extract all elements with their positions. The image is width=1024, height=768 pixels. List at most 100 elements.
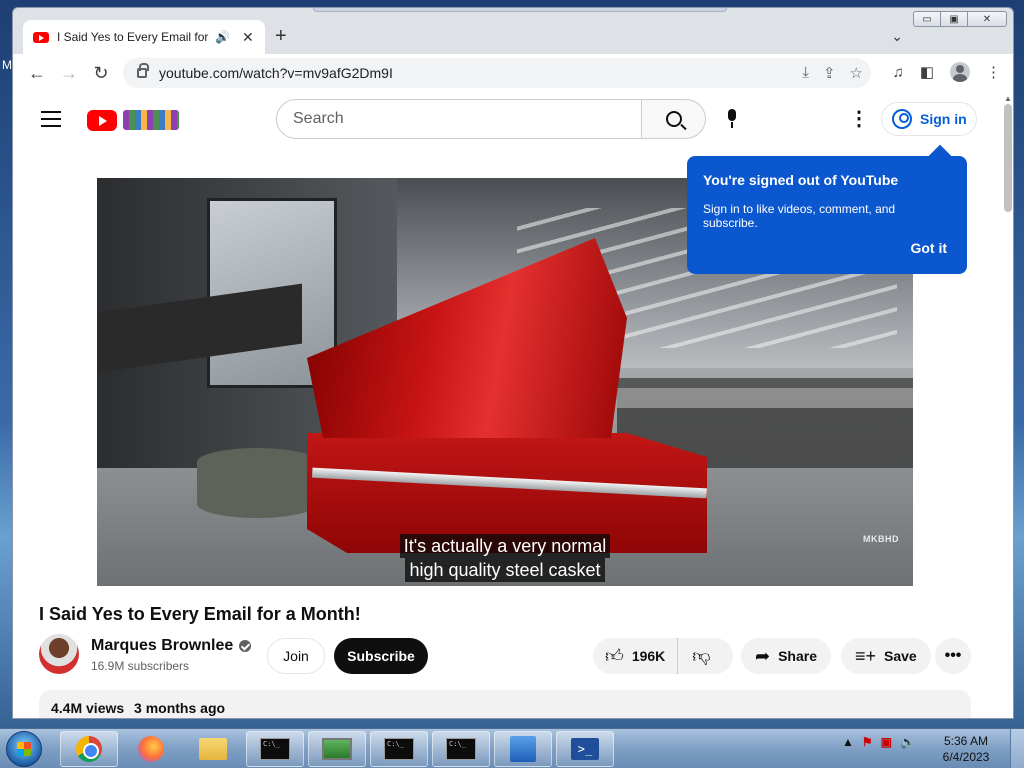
taskbar-chrome[interactable] xyxy=(60,731,118,767)
speaker-icon[interactable]: 🔊 xyxy=(215,30,230,44)
view-count: 4.4M views xyxy=(51,700,125,716)
upload-age: 3 months ago xyxy=(134,700,226,716)
taskbar-cmd-3[interactable]: C:\_ xyxy=(432,731,490,767)
taskbar: C:\_ C:\_ C:\_ >_ ▲ ⚑ ▣ 🔈 5:36 AM 6/4/20… xyxy=(0,728,1024,768)
maximize-button[interactable]: ▣ xyxy=(940,11,968,27)
tab-title: I Said Yes to Every Email for a Month! -… xyxy=(57,30,209,44)
save-button[interactable]: ≡+ Save xyxy=(841,638,931,674)
subscribe-button[interactable]: Subscribe xyxy=(334,638,428,674)
youtube-header: Search ⋮ Sign in xyxy=(13,92,1001,148)
bookmark-star-icon[interactable]: ☆ xyxy=(850,64,863,82)
taskbar-cmd-1[interactable]: C:\_ xyxy=(246,731,304,767)
lock-icon[interactable] xyxy=(137,63,149,78)
video-title: I Said Yes to Every Email for a Month! xyxy=(39,604,361,624)
youtube-page: Search ⋮ Sign in It's actually a very no… xyxy=(13,92,1013,718)
caption-line-2: high quality steel casket xyxy=(405,558,605,582)
reload-button[interactable]: ↻ xyxy=(85,63,117,84)
side-panel-icon[interactable]: ◧ xyxy=(920,63,934,81)
profile-avatar-icon[interactable] xyxy=(950,62,970,82)
show-desktop-button[interactable] xyxy=(1010,729,1024,768)
network-disconnected-icon[interactable]: ▣ xyxy=(881,735,892,749)
menu-icon[interactable] xyxy=(41,111,61,127)
close-tab-icon[interactable]: ✕ xyxy=(242,29,254,46)
cmd-icon: C:\_ xyxy=(260,738,290,760)
media-control-icon[interactable]: ♫ xyxy=(893,64,904,81)
taskbar-monitor[interactable] xyxy=(308,731,366,767)
system-tray: ▲ ⚑ ▣ 🔈 xyxy=(842,735,915,749)
close-window-button[interactable]: ✕ xyxy=(967,11,1007,27)
caption-line-1: It's actually a very normal xyxy=(399,534,611,558)
show-hidden-icons-icon[interactable]: ▲ xyxy=(842,735,854,749)
new-tab-button[interactable]: + xyxy=(275,26,287,46)
desktop-icon-label: M xyxy=(2,58,12,72)
folder-icon xyxy=(199,738,227,760)
taskbar-task-manager[interactable] xyxy=(494,731,552,767)
like-button[interactable]: 👍︎ 196K xyxy=(593,638,679,674)
sign-in-label: Sign in xyxy=(920,111,967,127)
taskbar-file-explorer[interactable] xyxy=(184,731,242,767)
action-center-warning-icon[interactable]: ⚑ xyxy=(862,735,873,749)
minimize-button[interactable]: ▭ xyxy=(913,11,941,27)
got-it-button[interactable]: Got it xyxy=(910,240,947,256)
scroll-up-icon[interactable]: ▲ xyxy=(1004,94,1012,103)
channel-watermark: MKBHD xyxy=(863,534,899,544)
clock[interactable]: 5:36 AM 6/4/2023 xyxy=(936,733,996,765)
share-icon: ➦ xyxy=(755,645,771,666)
join-button[interactable]: Join xyxy=(267,638,325,674)
powershell-icon: >_ xyxy=(571,738,599,760)
task-manager-icon xyxy=(510,736,536,762)
chrome-icon xyxy=(76,736,102,762)
cmd-icon: C:\_ xyxy=(446,738,476,760)
install-app-icon[interactable]: ⤓ xyxy=(802,64,809,82)
taskbar-firefox[interactable] xyxy=(122,731,180,767)
share-button[interactable]: ➦ Share xyxy=(741,638,832,674)
search-input[interactable]: Search xyxy=(276,99,642,139)
video-caption: It's actually a very normal high quality… xyxy=(97,534,913,582)
taskbar-powershell[interactable]: >_ xyxy=(556,731,614,767)
dislike-button[interactable]: 👎︎ xyxy=(678,645,724,667)
firefox-icon xyxy=(138,736,164,762)
forward-button[interactable]: → xyxy=(53,63,85,84)
start-button[interactable] xyxy=(6,731,42,767)
save-label: Save xyxy=(884,648,917,664)
chrome-menu-icon[interactable]: ⋮ xyxy=(986,63,1001,81)
address-bar[interactable]: youtube.com/watch?v=mv9afG2Dm9I ⤓ ⇪ ☆ xyxy=(123,58,871,88)
description-box[interactable]: 4.4M views 3 months ago xyxy=(39,690,971,718)
cmd-icon: C:\_ xyxy=(384,738,414,760)
taskbar-cmd-2[interactable]: C:\_ xyxy=(370,731,428,767)
channel-name[interactable]: Marques Brownlee xyxy=(91,637,252,655)
share-page-icon[interactable]: ⇪ xyxy=(823,64,836,82)
page-scrollbar[interactable]: ▲ xyxy=(1001,92,1013,718)
like-count: 196K xyxy=(631,648,666,664)
voice-search-icon[interactable] xyxy=(725,109,739,129)
subscriber-count: 16.9M subscribers xyxy=(91,659,190,673)
channel-avatar[interactable] xyxy=(39,634,79,674)
volume-muted-icon[interactable]: 🔈 xyxy=(900,735,915,749)
back-button[interactable]: ← xyxy=(21,63,53,84)
search-icon xyxy=(665,111,682,127)
tooltip-title: You're signed out of YouTube xyxy=(703,172,899,188)
tooltip-body: Sign in to like videos, comment, and sub… xyxy=(703,202,896,230)
youtube-favicon-icon xyxy=(33,31,49,43)
verified-badge-icon xyxy=(239,640,252,652)
thumbs-up-icon: 👍︎ xyxy=(605,646,624,666)
sign-in-button[interactable]: Sign in xyxy=(881,102,977,136)
browser-window: ▭ ▣ ✕ I Said Yes to Every Email for a Mo… xyxy=(12,7,1014,719)
url-text[interactable]: youtube.com/watch?v=mv9afG2Dm9I xyxy=(159,65,393,81)
youtube-logo[interactable] xyxy=(87,110,117,131)
more-actions-button[interactable]: ••• xyxy=(935,638,971,674)
channel-name-text[interactable]: Marques Brownlee xyxy=(91,637,233,655)
share-label: Share xyxy=(778,648,818,664)
browser-tab[interactable]: I Said Yes to Every Email for a Month! -… xyxy=(23,20,265,54)
window-title-strip xyxy=(313,8,727,12)
clock-date: 6/4/2023 xyxy=(942,750,990,764)
settings-menu-icon[interactable]: ⋮ xyxy=(849,109,869,129)
monitor-icon xyxy=(322,738,352,760)
browser-toolbar: ← → ↻ youtube.com/watch?v=mv9afG2Dm9I ⤓ … xyxy=(13,54,1013,92)
youtube-doodle-logo[interactable] xyxy=(123,110,179,130)
window-controls: ▭ ▣ ✕ xyxy=(913,11,1007,27)
scrollbar-thumb[interactable] xyxy=(1004,104,1012,212)
account-icon xyxy=(892,109,912,129)
tab-search-icon[interactable]: ⌄ xyxy=(891,28,903,45)
search-button[interactable] xyxy=(642,99,706,139)
